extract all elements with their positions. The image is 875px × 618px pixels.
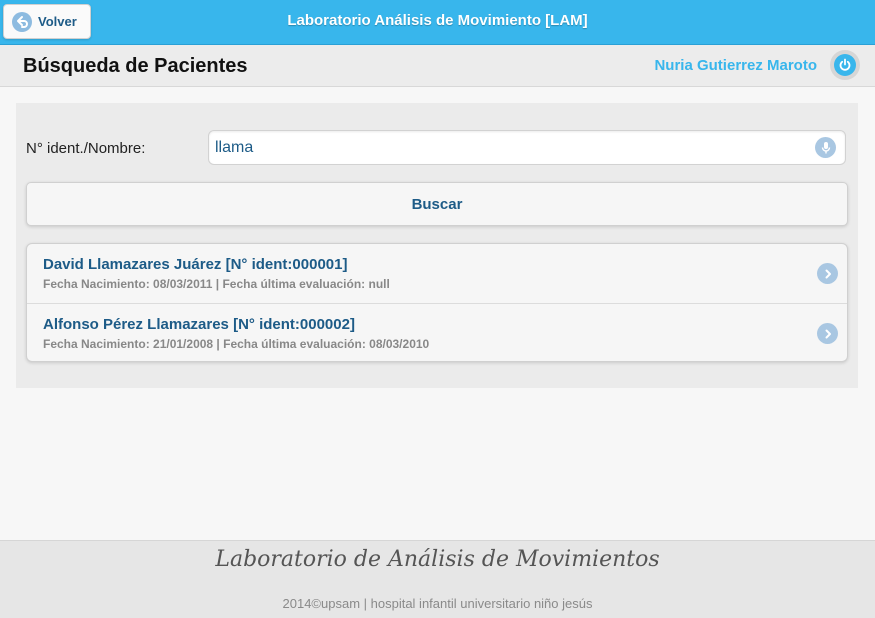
search-input[interactable]: llama [208, 130, 846, 165]
footer-brand: Laboratorio de Análisis de Movimientos [215, 547, 660, 572]
search-button[interactable]: Buscar [26, 182, 848, 226]
user-name-link[interactable]: Nuria Gutierrez Maroto [654, 57, 817, 74]
footer: Laboratorio de Análisis de Movimientos 2… [0, 540, 875, 618]
search-panel: N° ident./Nombre: llama Buscar David Lla… [16, 103, 858, 388]
top-bar: Volver Laboratorio Análisis de Movimient… [0, 0, 875, 45]
patient-name: David Llamazares Juárez [N° ident:000001… [43, 256, 348, 273]
patient-name: Alfonso Pérez Llamazares [N° ident:00000… [43, 316, 355, 333]
chevron-right-icon [817, 323, 838, 344]
list-item[interactable]: David Llamazares Juárez [N° ident:000001… [27, 244, 847, 303]
page-title: Búsqueda de Pacientes [23, 55, 248, 77]
patient-details: Fecha Nacimiento: 21/01/2008 | Fecha últ… [43, 337, 430, 351]
microphone-icon[interactable] [815, 137, 836, 158]
page-header: Búsqueda de Pacientes Nuria Gutierrez Ma… [0, 45, 875, 87]
footer-credit: 2014©upsam | hospital infantil universit… [282, 596, 593, 611]
logout-button[interactable] [830, 50, 860, 80]
search-input-value: llama [215, 139, 254, 156]
results-list: David Llamazares Juárez [N° ident:000001… [26, 243, 848, 362]
app-title: Laboratorio Análisis de Movimiento [LAM] [287, 12, 588, 29]
chevron-right-icon [817, 263, 838, 284]
list-item[interactable]: Alfonso Pérez Llamazares [N° ident:00000… [27, 303, 847, 361]
patient-details: Fecha Nacimiento: 08/03/2011 | Fecha últ… [43, 277, 390, 291]
app-window: Volver Laboratorio Análisis de Movimient… [0, 0, 875, 618]
power-icon [834, 54, 856, 76]
search-field-label: N° ident./Nombre: [26, 140, 146, 157]
